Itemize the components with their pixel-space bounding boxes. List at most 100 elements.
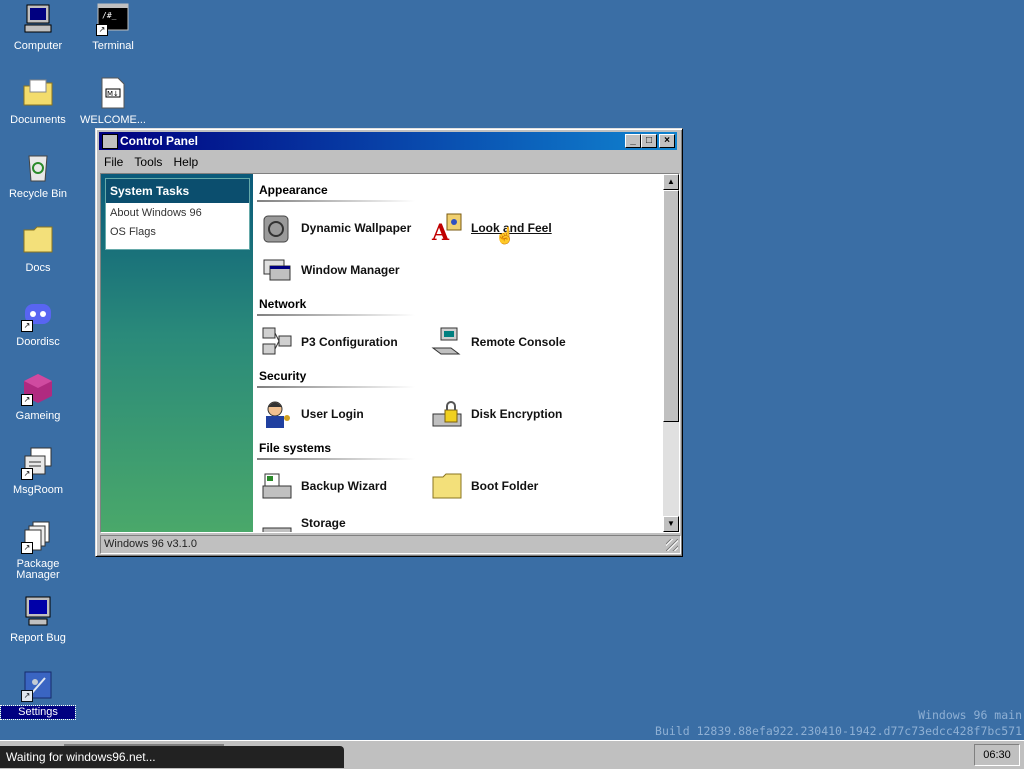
svg-text:/#_: /#_ [102,11,117,20]
menu-tools[interactable]: Tools [134,155,162,169]
desktop-icon-label: Docs [25,262,51,274]
recycle-bin-icon [21,150,55,184]
scroll-thumb[interactable] [663,190,679,422]
task-about-windows[interactable]: About Windows 96 [106,203,249,220]
applet-label: User Login [301,407,364,421]
applet-boot-folder[interactable]: Boot Folder [431,470,591,504]
boot-folder-icon [431,470,463,502]
minimize-button[interactable]: _ [625,134,641,148]
section-divider [257,458,415,460]
shortcut-arrow-icon: ↗ [21,468,33,480]
applet-look-and-feel[interactable]: A Look and Feel ☝ [431,212,591,246]
menu-help[interactable]: Help [173,155,198,169]
applet-label: P3 Configuration [301,335,398,349]
applet-label: Window Manager [301,263,400,277]
user-login-icon [261,398,293,430]
network-config-icon [261,326,293,358]
loading-status: Waiting for windows96.net... [0,746,344,768]
shortcut-arrow-icon: ↗ [96,24,108,36]
shortcut-arrow-icon: ↗ [21,320,33,332]
applet-backup-wizard[interactable]: Backup Wizard [261,470,421,504]
disk-encryption-icon [431,398,463,430]
desktop-icon-label: Doordisc [16,336,60,348]
documents-folder-icon [21,76,55,110]
desktop-icon-welcome[interactable]: M↓ WELCOME... [76,76,150,127]
menu-bar: File Tools Help [100,153,202,171]
section-heading-network: Network [259,297,307,311]
control-panel-window: Control Panel _ □ × File Tools Help Syst… [95,128,683,557]
control-panel-content: System Tasks About Windows 96 OS Flags A… [100,173,680,533]
applet-window-manager[interactable]: Window Manager [261,254,421,288]
desktop-icon-docs[interactable]: Docs [1,224,75,275]
section-divider [257,386,415,388]
backup-wizard-icon [261,470,293,502]
applet-disk-encryption[interactable]: Disk Encryption [431,398,591,432]
desktop-icon-label: MsgRoom [12,484,64,496]
title-bar[interactable]: Control Panel _ □ × [99,132,677,150]
desktop-icon-label: WELCOME... [79,114,146,126]
remote-console-icon [431,326,463,358]
build-watermark: Windows 96 main Build 12839.88efa922.230… [655,707,1022,739]
applet-label: Disk Encryption [471,407,563,421]
applet-label: Dynamic Wallpaper [301,221,412,235]
status-bar: Windows 96 v3.1.0 [100,535,681,554]
control-panel-icon [102,134,118,149]
desktop-icon-label: Gameing [15,410,61,422]
chat-icon: ↗ [21,446,55,480]
desktop-icon-package-manager[interactable]: ↗ Package Manager [1,520,75,582]
shortcut-arrow-icon: ↗ [21,542,33,554]
clock: 06:30 [974,744,1020,766]
desktop-icon-label: Recycle Bin [8,188,68,200]
computer-icon [21,2,55,36]
applet-label: Remote Console [471,335,566,349]
hand-cursor-icon: ☝ [495,228,515,245]
scroll-up-button[interactable]: ▲ [663,174,679,190]
look-and-feel-icon: A [431,212,463,246]
applet-label: Backup Wizard [301,479,387,493]
section-heading-appearance: Appearance [259,183,328,197]
desktop-icon-label: Terminal [92,40,134,52]
desktop-icon-label: Settings [0,705,76,720]
build-line-2: Build 12839.88efa922.230410-1942.d77c73e… [655,724,1022,738]
applet-remote-console[interactable]: Remote Console [431,326,591,360]
resize-grip-icon[interactable] [666,539,678,551]
desktop-icon-gameing[interactable]: ↗ Gameing [1,372,75,423]
folder-icon [21,224,55,258]
desktop-icon-label: Documents [10,114,66,126]
applet-dynamic-wallpaper[interactable]: Dynamic Wallpaper [261,212,421,246]
window-manager-icon [261,254,293,286]
applet-label: Storage [301,516,346,530]
desktop-icon-label: Report Bug [10,632,66,644]
desktop-icon-computer[interactable]: Computer [1,2,75,53]
desktop-icon-terminal[interactable]: /#_ ↗ Terminal [76,2,150,53]
desktop-icon-settings[interactable]: ↗ Settings [0,668,76,720]
svg-text:M↓: M↓ [107,90,119,98]
applet-pane: Appearance Dynamic Wallpaper A Look and … [253,174,663,532]
desktop-icon-label: Computer [13,40,63,52]
applet-storage[interactable]: Storage [261,512,421,532]
doordisc-icon: ↗ [21,298,55,332]
desktop-icon-doordisc[interactable]: ↗ Doordisc [1,298,75,349]
bug-report-icon [21,594,55,628]
settings-icon: ↗ [21,668,55,702]
desktop-icon-recycle-bin[interactable]: Recycle Bin [1,150,75,201]
menu-file[interactable]: File [104,155,123,169]
wallpaper-icon [261,212,293,244]
desktop-icon-msgroom[interactable]: ↗ MsgRoom [1,446,75,497]
game-cube-icon: ↗ [21,372,55,406]
task-os-flags[interactable]: OS Flags [106,220,249,239]
desktop-icon-documents[interactable]: Documents [1,76,75,127]
terminal-icon: /#_ ↗ [96,2,130,36]
scroll-down-button[interactable]: ▼ [663,516,679,532]
applet-p3-configuration[interactable]: P3 Configuration [261,326,421,360]
desktop-icon-report-bug[interactable]: Report Bug [1,594,75,645]
close-button[interactable]: × [659,134,675,148]
vertical-scrollbar[interactable]: ▲ ▼ [663,174,679,532]
applet-user-login[interactable]: User Login [261,398,421,432]
desktop-icon-label: Package Manager [16,558,60,581]
markdown-file-icon: M↓ [96,76,130,110]
shortcut-arrow-icon: ↗ [21,690,33,702]
section-heading-security: Security [259,369,307,383]
maximize-button[interactable]: □ [641,134,657,148]
system-tasks-box: System Tasks About Windows 96 OS Flags [105,178,250,250]
